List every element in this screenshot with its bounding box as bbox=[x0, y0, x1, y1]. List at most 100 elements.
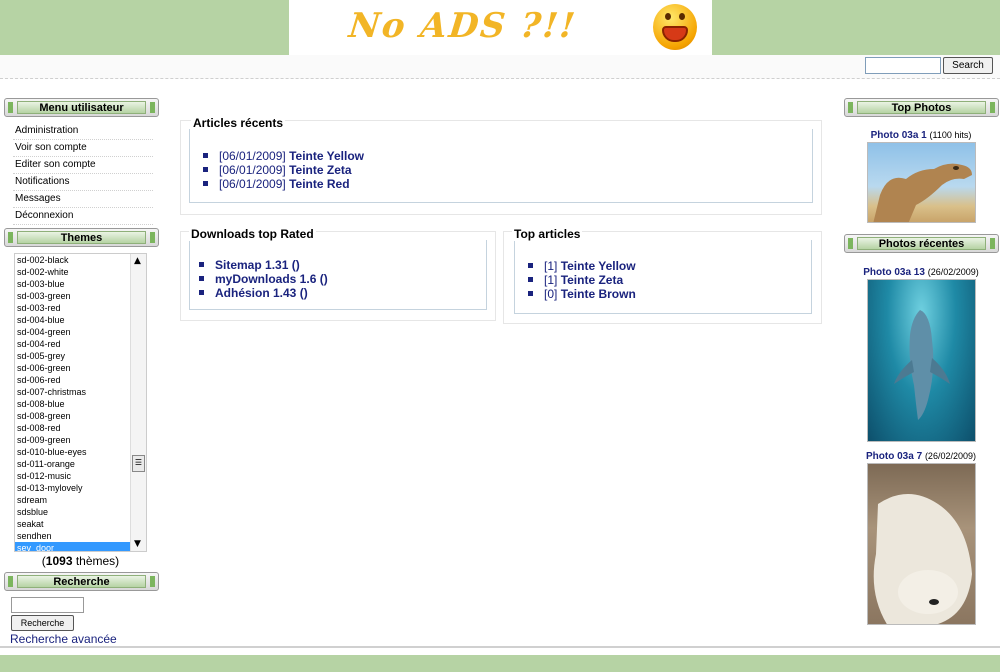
menu-item-logout[interactable]: Déconnexion bbox=[13, 208, 153, 225]
recent-articles-box: Articles récents [06/01/2009] Teinte Yel… bbox=[180, 116, 822, 215]
banner-text: No ADS ?!! bbox=[346, 6, 579, 46]
article-link[interactable]: Teinte Yellow bbox=[561, 259, 636, 273]
theme-option[interactable]: sd-008-red bbox=[15, 422, 130, 434]
article-count: [1] bbox=[544, 259, 558, 273]
search-button[interactable]: Search bbox=[943, 57, 993, 74]
theme-option[interactable]: sd-003-blue bbox=[15, 278, 130, 290]
theme-option[interactable]: sd-007-christmas bbox=[15, 386, 130, 398]
theme-option[interactable]: sd-008-green bbox=[15, 410, 130, 422]
theme-option[interactable]: sd-003-red bbox=[15, 302, 130, 314]
sidebar-search-input[interactable] bbox=[11, 597, 84, 613]
menu-item-edit-account[interactable]: Editer son compte bbox=[13, 157, 153, 174]
list-item[interactable]: [06/01/2009] Teinte Yellow bbox=[203, 149, 364, 163]
theme-option[interactable]: sd-006-red bbox=[15, 374, 130, 386]
theme-option[interactable]: sd-008-blue bbox=[15, 398, 130, 410]
search-block-title-label: Recherche bbox=[17, 575, 146, 588]
user-menu-title-label: Menu utilisateur bbox=[17, 101, 146, 114]
menu-item-view-account[interactable]: Voir son compte bbox=[13, 140, 153, 157]
header: No ADS ?!! bbox=[0, 0, 1000, 55]
article-link[interactable]: Teinte Zeta bbox=[289, 163, 351, 177]
list-item[interactable]: [06/01/2009] Teinte Red bbox=[203, 177, 364, 191]
sidebar-search-button[interactable]: Recherche bbox=[11, 615, 74, 631]
article-link[interactable]: Teinte Yellow bbox=[289, 149, 364, 163]
top-articles-list: [1] Teinte Yellow [1] Teinte Zeta [0] Te… bbox=[528, 259, 636, 301]
photo-link[interactable]: Photo 03a 13 bbox=[863, 267, 925, 278]
recent-articles-list: [06/01/2009] Teinte Yellow [06/01/2009] … bbox=[203, 149, 364, 191]
theme-option[interactable]: sd-002-white bbox=[15, 266, 130, 278]
top-photo-caption: Photo 03a 1 (1100 hits) bbox=[856, 130, 986, 141]
list-item[interactable]: [1] Teinte Yellow bbox=[528, 259, 636, 273]
list-item[interactable]: myDownloads 1.6 () bbox=[199, 272, 328, 286]
scroll-thumb[interactable]: ☰ bbox=[132, 455, 145, 472]
article-count: [0] bbox=[544, 287, 558, 301]
recent-photo-caption-1: Photo 03a 13 (26/02/2009) bbox=[856, 267, 986, 278]
photo-link[interactable]: Photo 03a 7 bbox=[866, 451, 922, 462]
download-link[interactable]: myDownloads 1.6 () bbox=[215, 272, 328, 286]
theme-option[interactable]: sdream bbox=[15, 494, 130, 506]
download-link[interactable]: Adhésion 1.43 () bbox=[215, 286, 308, 300]
photo-meta: (26/02/2009) bbox=[927, 267, 979, 277]
theme-scrollbar[interactable]: ▲ ☰ ▼ bbox=[130, 254, 146, 551]
list-item[interactable]: Sitemap 1.31 () bbox=[199, 258, 328, 272]
menu-item-administration[interactable]: Administration bbox=[13, 123, 153, 140]
theme-option[interactable]: sd-004-blue bbox=[15, 314, 130, 326]
menu-item-messages[interactable]: Messages bbox=[13, 191, 153, 208]
article-date: [06/01/2009] bbox=[219, 177, 286, 191]
top-articles-title: Top articles bbox=[512, 227, 583, 241]
polar-bear-image bbox=[873, 494, 972, 624]
ad-banner[interactable]: No ADS ?!! bbox=[289, 0, 712, 55]
download-link[interactable]: Sitemap 1.31 () bbox=[215, 258, 300, 272]
theme-option[interactable]: sd-002-black bbox=[15, 254, 130, 266]
list-item[interactable]: [1] Teinte Zeta bbox=[528, 273, 636, 287]
theme-option[interactable]: sd-005-grey bbox=[15, 350, 130, 362]
theme-option[interactable]: sd-010-blue-eyes bbox=[15, 446, 130, 458]
list-item[interactable]: [06/01/2009] Teinte Zeta bbox=[203, 163, 364, 177]
theme-option[interactable]: sd-012-music bbox=[15, 470, 130, 482]
user-menu: Administration Voir son compte Editer so… bbox=[13, 123, 153, 225]
camel-photo[interactable] bbox=[867, 142, 976, 223]
article-link[interactable]: Teinte Brown bbox=[561, 287, 636, 301]
theme-option[interactable]: sd-004-green bbox=[15, 326, 130, 338]
theme-option[interactable]: sdsblue bbox=[15, 506, 130, 518]
theme-option[interactable]: sd-013-mylovely bbox=[15, 482, 130, 494]
article-link[interactable]: Teinte Red bbox=[289, 177, 349, 191]
menu-item-notifications[interactable]: Notifications bbox=[13, 174, 153, 191]
theme-option[interactable]: sendhen bbox=[15, 530, 130, 542]
theme-option[interactable]: seakat bbox=[15, 518, 130, 530]
article-date: [06/01/2009] bbox=[219, 149, 286, 163]
themes-title: Themes bbox=[4, 228, 159, 247]
photo-meta: (1100 hits) bbox=[929, 130, 972, 140]
theme-option[interactable]: sd-006-green bbox=[15, 362, 130, 374]
article-date: [06/01/2009] bbox=[219, 163, 286, 177]
footer-stripe bbox=[0, 655, 1000, 672]
polar-bear-photo[interactable] bbox=[867, 463, 976, 625]
smiley-mouth bbox=[662, 26, 688, 42]
theme-option[interactable]: sd-004-red bbox=[15, 338, 130, 350]
scroll-up-arrow-icon[interactable]: ▲ bbox=[134, 256, 141, 266]
top-photos-title: Top Photos bbox=[844, 98, 999, 117]
list-item[interactable]: Adhésion 1.43 () bbox=[199, 286, 328, 300]
camel-image bbox=[873, 163, 972, 222]
scroll-down-arrow-icon[interactable]: ▼ bbox=[134, 539, 141, 549]
search-block-title: Recherche bbox=[4, 572, 159, 591]
dolphin-photo[interactable] bbox=[867, 279, 976, 442]
list-item[interactable]: [0] Teinte Brown bbox=[528, 287, 636, 301]
search-input[interactable] bbox=[865, 57, 941, 74]
recent-photo-caption-2: Photo 03a 7 (26/02/2009) bbox=[856, 451, 986, 462]
recent-photos-title-label: Photos récentes bbox=[857, 237, 986, 250]
theme-option[interactable]: sd-011-orange bbox=[15, 458, 130, 470]
article-link[interactable]: Teinte Zeta bbox=[561, 273, 623, 287]
photo-link[interactable]: Photo 03a 1 bbox=[871, 130, 927, 141]
advanced-search-link[interactable]: Recherche avancée bbox=[10, 632, 117, 646]
theme-option[interactable]: sd-003-green bbox=[15, 290, 130, 302]
theme-select-list[interactable]: sd-002-black sd-002-white sd-003-blue sd-00… bbox=[14, 253, 147, 552]
theme-count-suffix: thèmes) bbox=[72, 554, 120, 568]
photo-meta: (26/02/2009) bbox=[924, 451, 976, 461]
theme-option[interactable]: sd-009-green bbox=[15, 434, 130, 446]
downloads-top-rated-title: Downloads top Rated bbox=[189, 227, 316, 241]
footer bbox=[0, 646, 1000, 672]
user-menu-title: Menu utilisateur bbox=[4, 98, 159, 117]
themes-title-label: Themes bbox=[17, 231, 146, 244]
recent-articles-title: Articles récents bbox=[191, 116, 286, 130]
theme-option[interactable]: sev_door bbox=[15, 542, 130, 551]
